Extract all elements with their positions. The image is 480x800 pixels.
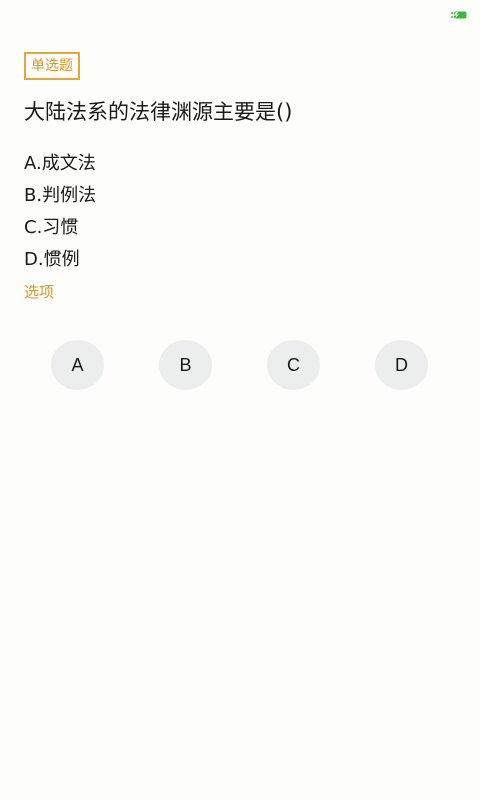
question-title: 大陆法系的法律渊源主要是() (24, 100, 293, 124)
option-list: A.成文法 B.判例法 C.习惯 D.惯例 (24, 152, 456, 280)
answer-c-button[interactable]: C (267, 340, 320, 390)
question-area: 单选题 大陆法系的法律渊源主要是() A.成文法 B.判例法 C.习惯 D.惯例… (24, 52, 456, 302)
option-c-text: C.习惯 (24, 217, 79, 238)
answer-d-button[interactable]: D (375, 340, 428, 390)
battery-charging-icon (451, 11, 467, 19)
option-a-text: A.成文法 (24, 153, 96, 174)
answer-button-row: A B C D (0, 340, 480, 392)
option-b-text: B.判例法 (24, 185, 97, 206)
answer-a-button[interactable]: A (51, 340, 104, 390)
option-d-text: D.惯例 (24, 249, 80, 270)
answer-section-label: 选项 (24, 283, 55, 301)
question-type-badge: 单选题 (24, 52, 80, 80)
status-bar (0, 0, 480, 30)
quiz-screen: 单选题 大陆法系的法律渊源主要是() A.成文法 B.判例法 C.习惯 D.惯例… (0, 0, 480, 800)
answer-b-button[interactable]: B (159, 340, 212, 390)
